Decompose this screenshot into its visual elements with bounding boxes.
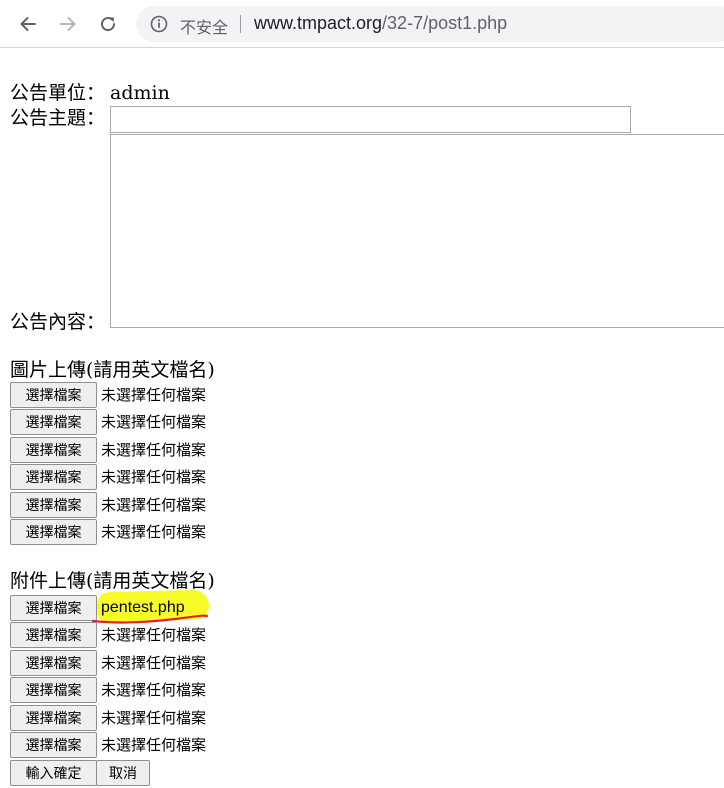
subject-input[interactable] [110, 106, 631, 133]
choose-file-button[interactable]: 選擇檔案 [10, 705, 97, 731]
choose-file-button[interactable]: 選擇檔案 [10, 464, 97, 490]
unit-value: admin [110, 82, 170, 104]
address-bar[interactable]: 不安全 www.tmpact.org/32-7/post1.php [136, 6, 724, 42]
content-label: 公告內容： [10, 311, 106, 333]
choose-file-button[interactable]: 選擇檔案 [10, 622, 97, 648]
choose-file-button[interactable]: 選擇檔案 [10, 519, 97, 545]
choose-file-button[interactable]: 選擇檔案 [10, 409, 97, 435]
subject-label: 公告主題： [10, 107, 106, 129]
file-status: 未選擇任何檔案 [101, 709, 207, 727]
back-arrow-icon [20, 17, 36, 31]
red-underline-mark [91, 614, 209, 624]
cancel-button[interactable]: 取消 [96, 760, 150, 786]
choose-file-button[interactable]: 選擇檔案 [10, 492, 97, 518]
security-label: 不安全 [180, 20, 229, 37]
choose-file-button[interactable]: 選擇檔案 [10, 382, 97, 408]
file-status: 未選擇任何檔案 [101, 523, 207, 541]
info-icon[interactable] [150, 15, 168, 33]
choose-file-button[interactable]: 選擇檔案 [10, 595, 97, 621]
reload-button[interactable] [94, 10, 122, 38]
url-path: /32-7/post1.php [382, 13, 508, 33]
reload-icon [101, 17, 116, 32]
forward-button[interactable] [54, 10, 82, 38]
image-upload-label: 圖片上傳(請用英文檔名) [10, 359, 215, 381]
file-status: 未選擇任何檔案 [101, 736, 207, 754]
file-status: 未選擇任何檔案 [101, 496, 207, 514]
file-status: 未選擇任何檔案 [101, 386, 207, 404]
file-status: 未選擇任何檔案 [101, 626, 207, 644]
url-host: www.tmpact.org [254, 13, 383, 33]
file-status: 未選擇任何檔案 [101, 654, 207, 672]
browser-toolbar: 不安全 www.tmpact.org/32-7/post1.php [0, 0, 724, 48]
omnibox-divider [240, 15, 241, 33]
back-button[interactable] [14, 10, 42, 38]
url-text[interactable]: www.tmpact.org/32-7/post1.php [254, 13, 507, 34]
submit-button[interactable]: 輸入確定 [10, 760, 97, 786]
unit-label: 公告單位： [10, 82, 106, 104]
choose-file-button[interactable]: 選擇檔案 [10, 437, 97, 463]
file-status: 未選擇任何檔案 [101, 468, 207, 486]
file-status: 未選擇任何檔案 [101, 441, 207, 459]
choose-file-button[interactable]: 選擇檔案 [10, 650, 97, 676]
choose-file-button[interactable]: 選擇檔案 [10, 732, 97, 758]
content-textarea[interactable] [110, 134, 724, 328]
choose-file-button[interactable]: 選擇檔案 [10, 677, 97, 703]
file-status: 未選擇任何檔案 [101, 413, 207, 431]
attachment-upload-label: 附件上傳(請用英文檔名) [10, 570, 215, 592]
forward-arrow-icon [60, 17, 76, 31]
post-form: 公告單位： admin 公告主題： 公告內容： 圖片上傳(請用英文檔名) 選擇檔… [0, 49, 724, 788]
file-status: 未選擇任何檔案 [101, 681, 207, 699]
